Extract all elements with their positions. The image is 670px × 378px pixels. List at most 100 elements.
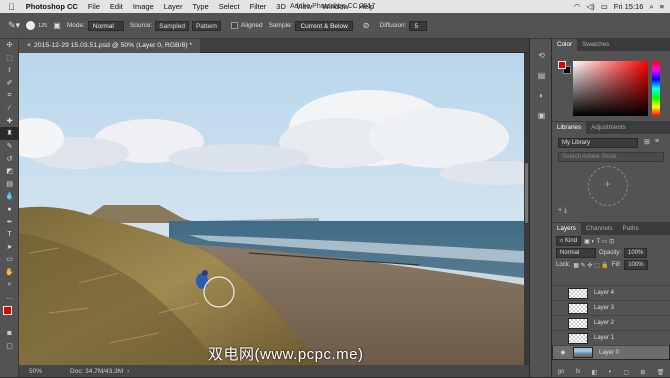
pen-tool-icon[interactable]: ✒ bbox=[0, 215, 19, 228]
layer-row[interactable]: Layer 3 bbox=[552, 300, 670, 315]
tab-channels[interactable]: Channels bbox=[581, 223, 618, 235]
document-canvas[interactable] bbox=[19, 53, 524, 365]
menu-edit[interactable]: Edit bbox=[105, 2, 128, 11]
foreground-color-swatch[interactable] bbox=[3, 306, 12, 316]
gradient-tool-icon[interactable]: ▤ bbox=[0, 178, 19, 191]
eye-icon[interactable]: ◉ bbox=[557, 349, 569, 357]
close-icon[interactable]: × bbox=[27, 42, 31, 49]
source-sampled-button[interactable]: Sampled bbox=[155, 20, 189, 31]
filter-icons[interactable]: ▣ ◐ T ▭ ⊡ bbox=[584, 238, 614, 245]
list-view-icon[interactable]: ≡ bbox=[655, 138, 659, 145]
menu-3d[interactable]: 3D bbox=[271, 2, 291, 11]
clone-source-panel-icon[interactable]: ▣ bbox=[53, 21, 61, 30]
blend-mode-select[interactable]: Normal bbox=[556, 248, 596, 258]
app-menu[interactable]: Photoshop CC bbox=[21, 2, 83, 11]
lock-row: Lock: ▦ ✎ ✣ ⬚ 🔒 Fill: 100% bbox=[552, 259, 670, 271]
clock[interactable]: Fri 15:16 bbox=[614, 2, 644, 11]
trash-icon[interactable]: 🗑 bbox=[657, 369, 665, 376]
lasso-tool-icon[interactable]: ℓ bbox=[0, 64, 19, 77]
fill-label: Fill: bbox=[611, 262, 622, 268]
wifi-icon[interactable]: ◠ bbox=[574, 2, 581, 11]
volume-icon[interactable]: ◁) bbox=[586, 2, 594, 11]
status-menu-arrow-icon[interactable]: › bbox=[127, 368, 129, 375]
tab-color[interactable]: Color bbox=[552, 39, 578, 51]
layer-row[interactable]: Layer 2 bbox=[552, 315, 670, 330]
crop-tool-icon[interactable]: ⌗ bbox=[0, 89, 19, 102]
dodge-tool-icon[interactable]: ● bbox=[0, 203, 19, 216]
history-panel-icon[interactable]: ⟲ bbox=[530, 45, 553, 65]
add-mask-icon[interactable]: ◧ bbox=[592, 369, 598, 376]
lock-icons[interactable]: ▦ ✎ ✣ ⬚ 🔒 bbox=[573, 262, 609, 269]
apple-menu-icon[interactable]:  bbox=[0, 2, 21, 12]
rectangle-tool-icon[interactable]: ▭ bbox=[0, 253, 19, 266]
color-picker-field[interactable] bbox=[573, 61, 648, 116]
fx-icon[interactable]: fx bbox=[576, 369, 581, 375]
layer-filter-row: ⌕ Kind ▣ ◐ T ▭ ⊡ bbox=[552, 235, 670, 247]
hue-slider[interactable] bbox=[652, 61, 660, 116]
move-tool-icon[interactable]: ✣ bbox=[0, 39, 19, 52]
link-layers-icon[interactable]: go bbox=[558, 369, 565, 375]
tab-paths[interactable]: Paths bbox=[618, 223, 644, 235]
zoom-tool-icon[interactable]: ⌕ bbox=[0, 278, 19, 291]
library-add-content-icon[interactable]: + ⤓ bbox=[558, 207, 567, 215]
aligned-checkbox[interactable] bbox=[230, 22, 238, 29]
hand-tool-icon[interactable]: ✋ bbox=[0, 266, 19, 279]
clone-stamp-tool-icon[interactable]: ♜ bbox=[0, 127, 19, 140]
type-tool-icon[interactable]: T bbox=[0, 228, 19, 241]
zoom-level[interactable]: 50% bbox=[29, 368, 42, 375]
menu-filter[interactable]: Filter bbox=[245, 2, 272, 11]
history-brush-tool-icon[interactable]: ↺ bbox=[0, 152, 19, 165]
layer-row-selected[interactable]: ◉ Layer 0 bbox=[552, 345, 670, 360]
marquee-tool-icon[interactable]: ⬚ bbox=[0, 52, 19, 65]
path-select-tool-icon[interactable]: ➤ bbox=[0, 241, 19, 254]
brush-tool-icon[interactable]: ✎ bbox=[0, 140, 19, 153]
menu-image[interactable]: Image bbox=[128, 2, 159, 11]
battery-icon[interactable]: ▭ bbox=[601, 2, 608, 11]
new-layer-icon[interactable]: ⊞ bbox=[640, 369, 645, 376]
tab-layers[interactable]: Layers bbox=[552, 223, 581, 235]
eraser-tool-icon[interactable]: ◩ bbox=[0, 165, 19, 178]
blend-row: Normal Opacity: 100% bbox=[552, 247, 670, 259]
scroll-thumb[interactable] bbox=[525, 163, 528, 223]
tab-adjustments[interactable]: Adjustments bbox=[586, 122, 631, 134]
new-group-icon[interactable]: ▢ bbox=[623, 369, 629, 376]
kind-filter-select[interactable]: ⌕ Kind bbox=[556, 236, 582, 246]
tab-libraries[interactable]: Libraries bbox=[552, 122, 587, 134]
source-pattern-button[interactable]: Pattern bbox=[191, 20, 221, 31]
swap-colors-icon[interactable] bbox=[0, 303, 19, 327]
menu-type[interactable]: Type bbox=[187, 2, 213, 11]
ignore-adjustment-icon[interactable]: ⊘ bbox=[363, 21, 370, 30]
quick-select-tool-icon[interactable]: ✐ bbox=[0, 77, 19, 90]
document-tab[interactable]: × 2015-12-29 15.03.51.psd @ 50% (Layer 0,… bbox=[19, 39, 201, 53]
library-select[interactable]: My Library bbox=[558, 138, 638, 148]
sample-select[interactable]: Current & Below bbox=[295, 20, 353, 31]
menu-file[interactable]: File bbox=[83, 2, 105, 11]
grid-view-icon[interactable]: ⊞ bbox=[644, 138, 650, 146]
mode-select[interactable]: Normal bbox=[87, 20, 124, 31]
tools-panel: ✣ ⬚ ℓ ✐ ⌗ ⁄ ✚ ♜ ✎ ↺ ◩ ▤ 💧 ● ✒ T ➤ ▭ ✋ ⌕ … bbox=[0, 39, 19, 377]
quick-mask-icon[interactable]: ◙ bbox=[0, 327, 19, 340]
blur-tool-icon[interactable]: 💧 bbox=[0, 190, 19, 203]
eyedropper-tool-icon[interactable]: ⁄ bbox=[0, 102, 19, 115]
search-icon[interactable]: ⌕ bbox=[649, 2, 653, 12]
healing-brush-tool-icon[interactable]: ✚ bbox=[0, 115, 19, 128]
tab-swatches[interactable]: Swatches bbox=[577, 39, 614, 51]
fill-field[interactable]: 100% bbox=[624, 260, 648, 270]
adjustments-panel-icon[interactable]: ◐ bbox=[530, 85, 553, 105]
layer-row[interactable]: Layer 4 bbox=[552, 285, 670, 300]
menu-select[interactable]: Select bbox=[214, 2, 245, 11]
clone-source-panel-icon[interactable]: ▣ bbox=[530, 105, 553, 125]
brush-preset-picker[interactable]: 125 bbox=[26, 21, 47, 30]
layer-row[interactable]: Layer 1 bbox=[552, 330, 670, 345]
diffusion-select[interactable]: 5 bbox=[409, 20, 428, 31]
screen-mode-icon[interactable]: ▢ bbox=[0, 340, 19, 353]
opacity-field[interactable]: 100% bbox=[624, 248, 648, 258]
menu-layer[interactable]: Layer bbox=[159, 2, 188, 11]
properties-panel-icon[interactable]: ▤ bbox=[530, 65, 553, 85]
foreground-color-swatch[interactable] bbox=[558, 61, 566, 69]
library-search-input[interactable]: Search Adobe Stock bbox=[558, 152, 664, 162]
menu-list-icon[interactable]: ≡ bbox=[660, 2, 664, 11]
clone-stamp-tool-icon[interactable]: ✎▾ bbox=[8, 20, 20, 31]
more-tools-icon[interactable]: … bbox=[0, 291, 19, 304]
adjustment-layer-icon[interactable]: ◐ bbox=[609, 369, 613, 375]
